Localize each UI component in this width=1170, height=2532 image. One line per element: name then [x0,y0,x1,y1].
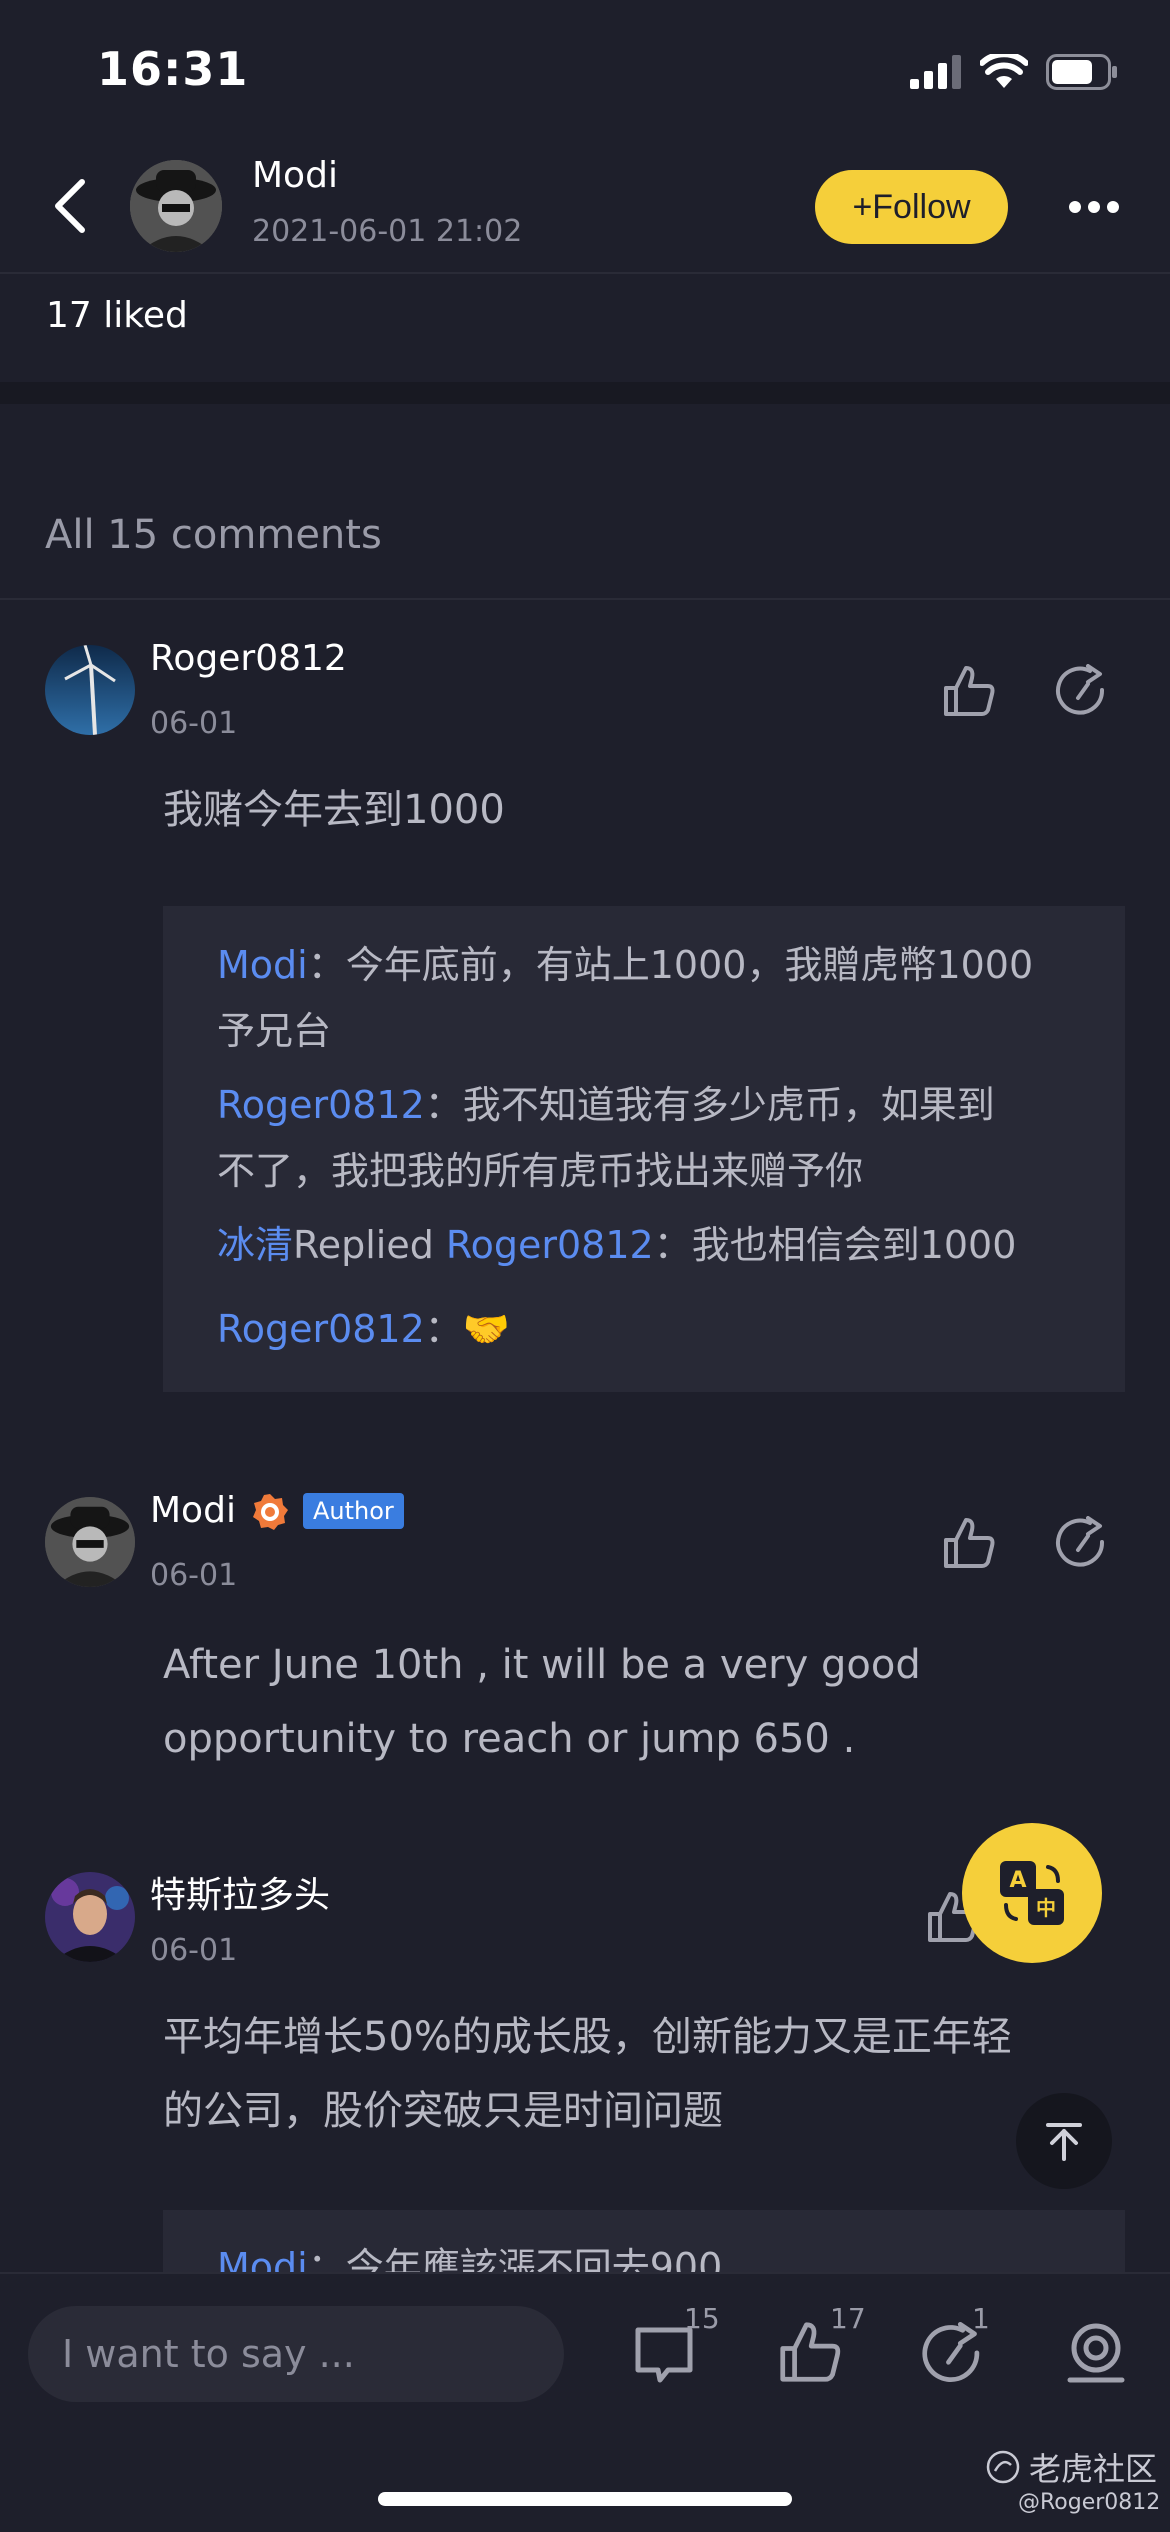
comment-author-name[interactable]: Roger0812 [150,638,347,679]
reply-thread[interactable]: Modi：今年應該漲不回去900 [163,2210,1125,2272]
comments-divider [0,598,1170,600]
share-icon[interactable] [1054,1516,1108,1570]
reply-thread[interactable]: Modi：今年底前，有站上1000，我贈虎幣1000 予兄台 Roger0812… [163,906,1125,1392]
reply-user[interactable]: Roger0812 [217,1083,425,1127]
arrow-up-icon [1046,2123,1082,2161]
comment-input[interactable] [28,2306,564,2402]
back-icon[interactable] [50,178,90,234]
follow-button[interactable]: +Follow [815,170,1008,244]
reply-item[interactable]: Modi：今年應該漲不回去900 [217,2234,1071,2272]
verified-badge-icon [253,1494,288,1530]
wifi-icon [980,54,1028,88]
translate-icon: A 中 [1000,1861,1064,1925]
author-badge: Author [303,1493,404,1529]
tiger-logo-icon [986,2450,1020,2484]
comment-avatar[interactable] [45,645,135,735]
author-name[interactable]: Modi [252,155,338,196]
watermark-brand: 老虎社区 [985,2444,1157,2490]
like-count: 17 [830,2302,866,2335]
share-icon[interactable] [1054,664,1108,718]
like-icon[interactable] [942,1516,996,1570]
camera-icon[interactable] [1064,2320,1128,2384]
more-icon[interactable] [1068,200,1120,214]
svg-text:A: A [1009,1868,1026,1893]
svg-text:中: 中 [1036,1896,1056,1920]
comment-date: 06-01 [150,706,238,741]
scroll-to-top-button[interactable] [1016,2093,1112,2189]
battery-icon [1046,54,1117,90]
comment-avatar[interactable] [45,1497,135,1587]
handshake-emoji: 🤝 [462,1307,511,1351]
status-time: 16:31 [97,42,249,96]
comment-text: 我赌今年去到1000 [163,787,505,833]
comment-date: 06-01 [150,1933,238,1968]
share-count: 1 [972,2302,990,2335]
like-icon[interactable] [942,664,996,718]
reply-target-user[interactable]: Roger0812 [446,1223,654,1267]
comment-text: 平均年增长50%的成长股，创新能力又是正年轻 的公司，股价突破只是时间问题 [163,2014,1012,2134]
comments-title: All 15 comments [45,512,382,558]
comment-author-name[interactable]: Modi [150,1490,236,1531]
reply-item[interactable]: Roger0812：🤝 [217,1296,1071,1362]
comment-date: 06-01 [150,1558,238,1593]
comment-text: After June 10th , it will be a very good… [163,1642,921,1762]
section-divider [0,382,1170,404]
reply-item[interactable]: Roger0812：我不知道我有多少虎币，如果到 不了，我把我的所有虎币找出来赠… [217,1072,1071,1204]
home-indicator[interactable] [378,2492,792,2506]
signal-icon [910,55,961,89]
reply-user[interactable]: Roger0812 [217,1307,425,1351]
reply-item[interactable]: 冰清Replied Roger0812：我也相信会到1000 [217,1212,1071,1278]
comment-count: 15 [684,2302,720,2335]
reply-user[interactable]: 冰清 [217,1223,293,1267]
reply-user[interactable]: Modi [217,943,308,987]
status-icons [910,54,1118,90]
comment-avatar[interactable] [45,1872,135,1962]
liked-count[interactable]: 17 liked [46,295,188,336]
comment-author-name[interactable]: 特斯拉多头 [150,1866,330,1918]
reply-item[interactable]: Modi：今年底前，有站上1000，我贈虎幣1000 予兄台 [217,932,1071,1064]
translate-button[interactable]: A 中 [962,1823,1102,1963]
watermark-user: @Roger0812 [1018,2490,1161,2515]
author-avatar[interactable] [130,160,222,252]
reply-user[interactable]: Modi [217,2245,308,2272]
post-time: 2021-06-01 21:02 [252,214,523,249]
header-divider [0,272,1170,274]
